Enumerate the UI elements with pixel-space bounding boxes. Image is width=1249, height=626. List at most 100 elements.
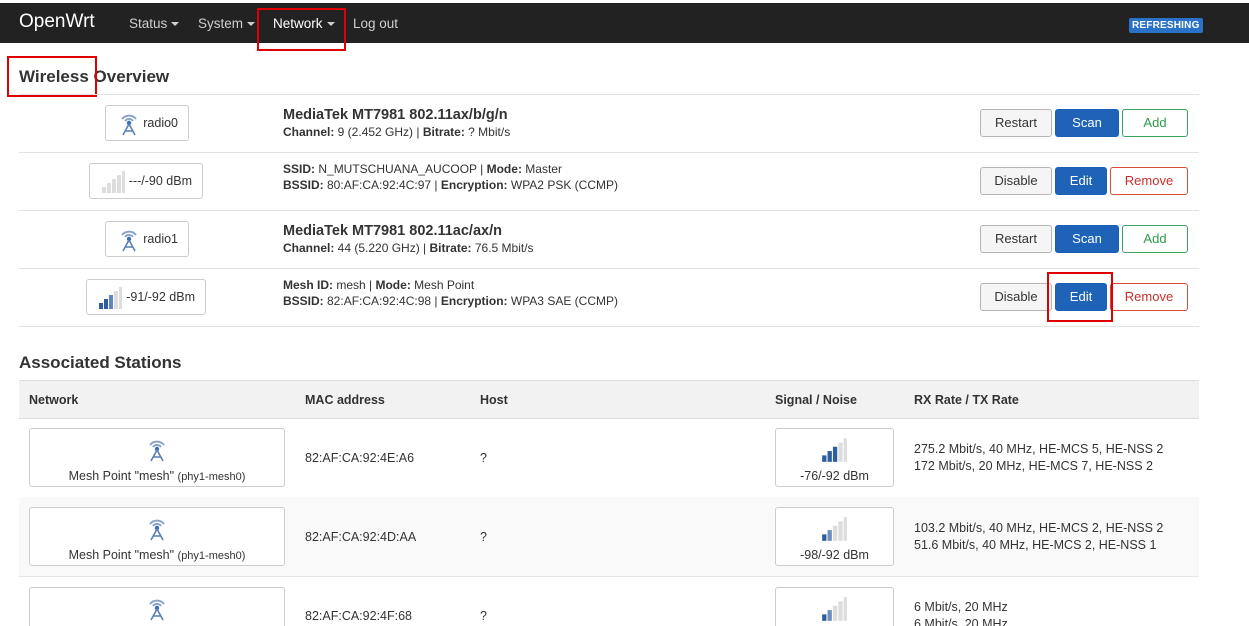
channel-key: Channel:: [283, 125, 335, 139]
radio-device-badge[interactable]: radio1: [105, 221, 189, 257]
col-network: Network: [29, 393, 79, 407]
encryption-value: WPA3 SAE (CCMP): [507, 294, 618, 308]
rx-rate: 6 Mbit/s, 20 MHz: [914, 600, 1008, 614]
remove-button[interactable]: Remove: [1110, 283, 1188, 311]
associated-stations-heading: Associated Stations: [19, 353, 182, 372]
device-name: radio1: [143, 232, 178, 246]
chevron-down-icon: [247, 22, 256, 27]
iface-label: (phy1-mesh0): [177, 550, 246, 562]
menu-network-label: Network: [273, 16, 323, 31]
iface-line-2: BSSID: 80:AF:CA:92:4C:97 | Encryption: W…: [283, 178, 618, 192]
radio-details: Channel: 44 (5.220 GHz) | Bitrate: 76.5 …: [283, 241, 534, 255]
scan-button[interactable]: Scan: [1055, 109, 1119, 137]
bitrate-key: Bitrate:: [422, 125, 465, 139]
wireless-row-iface-ap: ---/-90 dBm SSID: N_MUTSCHUANA_AUCOOP | …: [19, 152, 1199, 210]
scan-button[interactable]: Scan: [1055, 225, 1119, 253]
menu-logout-label: Log out: [353, 16, 399, 31]
add-button[interactable]: Add: [1122, 225, 1188, 253]
disable-button[interactable]: Disable: [980, 283, 1052, 311]
encryption-key: Encryption:: [440, 294, 508, 308]
col-signal: Signal / Noise: [775, 393, 857, 407]
bitrate-value: ? Mbit/s: [464, 125, 511, 139]
mac-address: 82:AF:CA:92:4F:68: [305, 609, 413, 623]
signal-value: -91/-92 dBm: [126, 290, 195, 304]
network-label: Mesh Point "mesh": [68, 548, 175, 562]
disable-button[interactable]: Disable: [980, 167, 1052, 195]
tx-rate: 172 Mbit/s, 20 MHz, HE-MCS 7, HE-NSS 2: [914, 459, 1153, 473]
menu-system[interactable]: System: [198, 16, 256, 31]
ssid-value: N_MUTSCHUANA_AUCOOP |: [315, 162, 487, 176]
radio-info: MediaTek MT7981 802.11ax/b/g/n Channel: …: [283, 95, 510, 139]
signal-badge[interactable]: -98/-92 dBm: [775, 507, 894, 566]
signal-value: -76/-92 dBm: [800, 469, 869, 483]
wifi-radio-icon: [149, 440, 165, 462]
table-row: Mesh Point "mesh" (phy1-mesh0) 82:AF:CA:…: [19, 497, 1199, 577]
radio-title: MediaTek MT7981 802.11ac/ax/n: [283, 223, 502, 239]
network-badge[interactable]: [29, 587, 285, 626]
wifi-radio-icon: [121, 114, 137, 136]
edit-button[interactable]: Edit: [1055, 283, 1107, 311]
mesh-id-key: Mesh ID:: [283, 278, 334, 292]
channel-value: 44 (5.220 GHz) |: [334, 241, 430, 255]
iface-info: SSID: N_MUTSCHUANA_AUCOOP | Mode: Master…: [283, 153, 618, 192]
channel-key: Channel:: [283, 241, 335, 255]
network-name: Mesh Point "mesh" (phy1-mesh0): [30, 469, 284, 483]
tx-rate: 51.6 Mbit/s, 40 MHz, HE-MCS 2, HE-NSS 1: [914, 538, 1157, 552]
menu-network[interactable]: Network: [273, 16, 335, 31]
tx-rate: 6 Mbit/s, 20 MHz: [914, 617, 1008, 626]
col-rates: RX Rate / TX Rate: [914, 393, 1019, 407]
radio-info: MediaTek MT7981 802.11ac/ax/n Channel: 4…: [283, 211, 534, 255]
signal-badge[interactable]: -91/-92 dBm: [86, 279, 206, 315]
network-label: Mesh Point "mesh": [68, 469, 175, 483]
top-navbar: OpenWrt Status System Network Log out RE…: [0, 3, 1249, 43]
iface-line-2: BSSID: 82:AF:CA:92:4C:98 | Encryption: W…: [283, 294, 618, 308]
rx-rate: 275.2 Mbit/s, 40 MHz, HE-MCS 5, HE-NSS 2: [914, 442, 1164, 456]
signal-badge[interactable]: [775, 587, 894, 626]
network-badge[interactable]: Mesh Point "mesh" (phy1-mesh0): [29, 428, 285, 487]
radio-device-badge[interactable]: radio0: [105, 105, 189, 141]
bssid-value: 82:AF:CA:92:4C:98 |: [323, 294, 441, 308]
add-button[interactable]: Add: [1122, 109, 1188, 137]
wireless-row-iface-mesh: -91/-92 dBm Mesh ID: mesh | Mode: Mesh P…: [19, 268, 1199, 327]
table-row: 82:AF:CA:92:4F:68 ? 6 Mbit/s, 20 MHz 6 M…: [19, 577, 1199, 626]
iface-line-1: Mesh ID: mesh | Mode: Mesh Point: [283, 278, 618, 292]
iface-info: Mesh ID: mesh | Mode: Mesh Point BSSID: …: [283, 269, 618, 308]
signal-bars-icon: [822, 597, 847, 621]
signal-bars-icon: [99, 287, 122, 309]
channel-value: 9 (2.452 GHz) |: [334, 125, 423, 139]
menu-status-label: Status: [129, 16, 168, 31]
restart-button[interactable]: Restart: [980, 109, 1052, 137]
radio-title: MediaTek MT7981 802.11ax/b/g/n: [283, 107, 508, 123]
stations-table-header: Network MAC address Host Signal / Noise …: [19, 380, 1199, 419]
col-host: Host: [480, 393, 508, 407]
rx-rate: 103.2 Mbit/s, 40 MHz, HE-MCS 2, HE-NSS 2: [914, 521, 1164, 535]
edit-button[interactable]: Edit: [1055, 167, 1107, 195]
bssid-key: BSSID:: [283, 294, 324, 308]
mode-key: Mode:: [486, 162, 522, 176]
signal-badge[interactable]: -76/-92 dBm: [775, 428, 894, 487]
network-badge[interactable]: Mesh Point "mesh" (phy1-mesh0): [29, 507, 285, 566]
signal-bars-icon: [822, 438, 847, 462]
device-name: radio0: [143, 116, 178, 130]
col-mac: MAC address: [305, 393, 385, 407]
refreshing-badge[interactable]: REFRESHING: [1129, 18, 1203, 33]
menu-logout[interactable]: Log out: [353, 16, 398, 31]
table-row: Mesh Point "mesh" (phy1-mesh0) 82:AF:CA:…: [19, 418, 1199, 498]
rates: 103.2 Mbit/s, 40 MHz, HE-MCS 2, HE-NSS 2…: [914, 520, 1163, 554]
chevron-down-icon: [171, 22, 180, 27]
radio-details: Channel: 9 (2.452 GHz) | Bitrate: ? Mbit…: [283, 125, 510, 139]
encryption-key: Encryption:: [440, 178, 508, 192]
bssid-key: BSSID:: [283, 178, 324, 192]
brand-logo[interactable]: OpenWrt: [19, 11, 95, 33]
signal-badge[interactable]: ---/-90 dBm: [89, 163, 203, 199]
rates: 6 Mbit/s, 20 MHz 6 Mbit/s, 20 MHz: [914, 599, 1008, 626]
signal-bars-icon: [822, 517, 847, 541]
wireless-overview-heading: Wireless Overview: [19, 67, 169, 87]
host: ?: [480, 451, 487, 465]
mesh-id-value: mesh |: [333, 278, 376, 292]
restart-button[interactable]: Restart: [980, 225, 1052, 253]
menu-status[interactable]: Status: [129, 16, 180, 31]
remove-button[interactable]: Remove: [1110, 167, 1188, 195]
wireless-row-radio0: radio0 MediaTek MT7981 802.11ax/b/g/n Ch…: [19, 94, 1199, 152]
wireless-row-radio1: radio1 MediaTek MT7981 802.11ac/ax/n Cha…: [19, 210, 1199, 268]
